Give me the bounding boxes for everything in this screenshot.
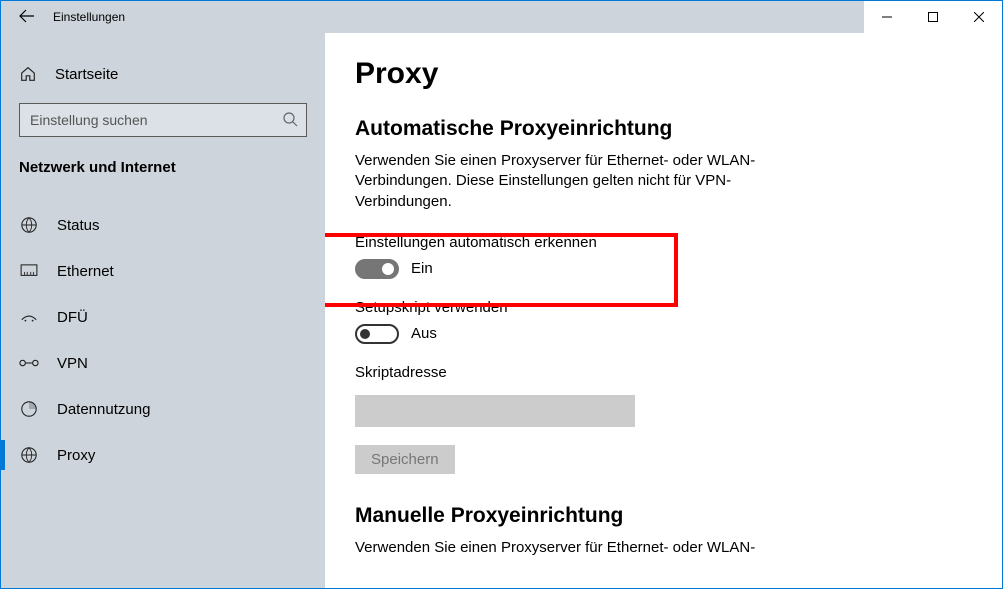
sidebar: Startseite Netzwerk und Internet Status … xyxy=(1,33,325,588)
sidebar-item-datausage[interactable]: Datennutzung xyxy=(1,386,307,432)
sidebar-item-vpn[interactable]: VPN xyxy=(1,340,307,386)
script-address-input[interactable] xyxy=(355,395,635,427)
detect-settings-toggle[interactable] xyxy=(355,259,399,279)
arrow-left-icon xyxy=(19,8,35,24)
setup-script-block: Setupskript verwenden Aus xyxy=(355,299,972,344)
detect-settings-state: Ein xyxy=(411,260,433,277)
detect-settings-label: Einstellungen automatisch erkennen xyxy=(355,234,972,251)
vpn-icon xyxy=(19,357,39,369)
sidebar-item-label: Proxy xyxy=(57,447,95,464)
back-button[interactable] xyxy=(19,8,35,27)
auto-proxy-description: Verwenden Sie einen Proxyserver für Ethe… xyxy=(355,151,785,212)
home-icon xyxy=(19,65,37,83)
sidebar-item-proxy[interactable]: Proxy xyxy=(1,432,307,478)
setup-script-toggle[interactable] xyxy=(355,324,399,344)
home-label: Startseite xyxy=(55,66,118,83)
sidebar-item-label: Datennutzung xyxy=(57,401,150,418)
main-content: Proxy Automatische Proxyeinrichtung Verw… xyxy=(325,33,1002,588)
proxy-icon xyxy=(19,446,39,464)
search-icon xyxy=(282,111,298,130)
sidebar-item-label: Status xyxy=(57,217,100,234)
globe-icon xyxy=(19,216,39,234)
manual-proxy-description: Verwenden Sie einen Proxyserver für Ethe… xyxy=(355,538,785,558)
search-box[interactable] xyxy=(19,103,307,137)
sidebar-item-label: VPN xyxy=(57,355,88,372)
nav-list: Status Ethernet DFÜ VPN xyxy=(1,202,307,478)
script-address-label: Skriptadresse xyxy=(355,364,972,381)
sidebar-item-label: Ethernet xyxy=(57,263,114,280)
window-title: Einstellungen xyxy=(53,10,125,24)
close-icon xyxy=(974,12,984,22)
ethernet-icon xyxy=(19,264,39,278)
sidebar-item-dialup[interactable]: DFÜ xyxy=(1,294,307,340)
setup-script-state: Aus xyxy=(411,325,437,342)
minimize-button[interactable] xyxy=(864,1,910,33)
sidebar-item-label: DFÜ xyxy=(57,309,88,326)
maximize-icon xyxy=(928,12,938,22)
home-link[interactable]: Startseite xyxy=(19,55,307,93)
detect-settings-block: Einstellungen automatisch erkennen Ein xyxy=(355,234,972,279)
category-heading: Netzwerk und Internet xyxy=(19,159,307,176)
manual-proxy-heading: Manuelle Proxyeinrichtung xyxy=(355,504,972,528)
page-title: Proxy xyxy=(355,57,972,91)
maximize-button[interactable] xyxy=(910,1,956,33)
search-input[interactable] xyxy=(30,112,282,128)
close-button[interactable] xyxy=(956,1,1002,33)
titlebar: Einstellungen xyxy=(1,1,1002,33)
sidebar-item-status[interactable]: Status xyxy=(1,202,307,248)
setup-script-label: Setupskript verwenden xyxy=(355,299,972,316)
data-usage-icon xyxy=(19,400,39,418)
sidebar-item-ethernet[interactable]: Ethernet xyxy=(1,248,307,294)
auto-proxy-heading: Automatische Proxyeinrichtung xyxy=(355,117,972,141)
save-button[interactable]: Speichern xyxy=(355,445,455,474)
window-controls xyxy=(864,1,1002,33)
dialup-icon xyxy=(19,310,39,324)
minimize-icon xyxy=(882,12,892,22)
